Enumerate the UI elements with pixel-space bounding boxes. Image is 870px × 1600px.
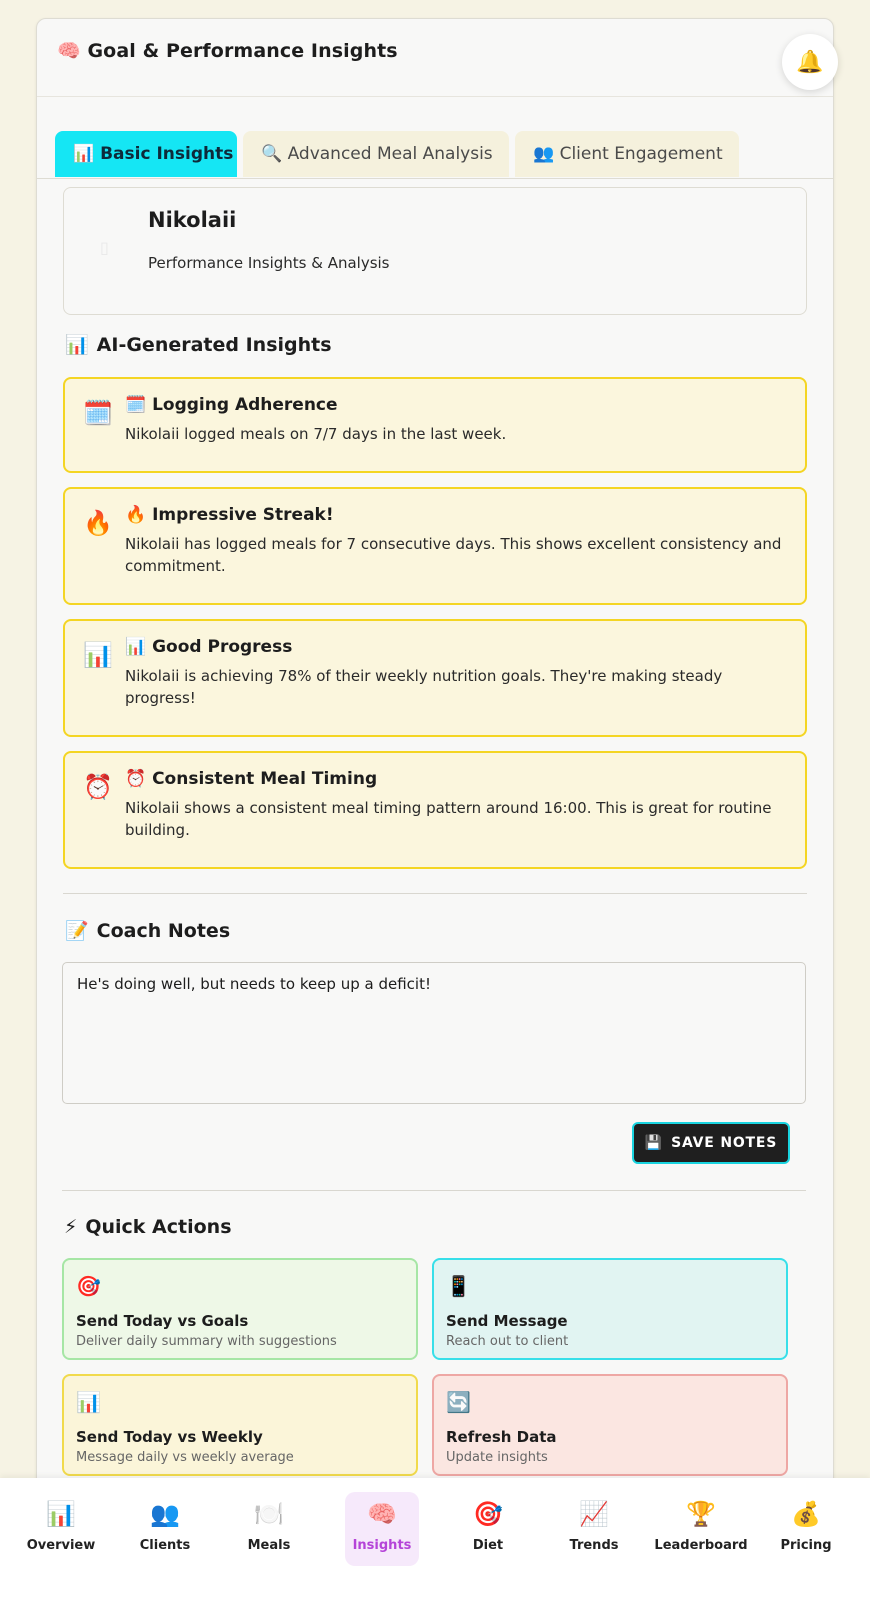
- card-header: 🧠 Goal & Performance Insights: [37, 19, 833, 97]
- refresh-icon: 🔄: [446, 1390, 471, 1414]
- tab-bar: 📊 Basic Insights 🔍 Advanced Meal Analysi…: [37, 97, 833, 179]
- insight-title: ⏰ Consistent Meal Timing: [125, 769, 378, 789]
- nav-trends[interactable]: 📈 Trends: [552, 1492, 636, 1566]
- nav-label: Overview: [26, 1538, 96, 1553]
- coach-notes-heading: 📝 Coach Notes: [65, 919, 231, 943]
- client-profile-card: ▯ Nikolaii Performance Insights & Analys…: [63, 187, 807, 315]
- bottom-navigation: 📊 Overview 👥 Clients 🍽️ Meals 🧠 Insights…: [0, 1478, 870, 1600]
- save-notes-label: SAVE NOTES: [671, 1135, 778, 1151]
- send-today-vs-goals-action[interactable]: 🎯 Send Today vs Goals Deliver daily summ…: [62, 1258, 418, 1360]
- fire-icon: 🔥: [83, 509, 113, 537]
- alarm-clock-icon: ⏰: [83, 773, 113, 801]
- nav-meals[interactable]: 🍽️ Meals: [227, 1492, 311, 1566]
- trophy-icon: 🏆: [686, 1500, 716, 1528]
- bell-icon: 🔔: [796, 49, 824, 75]
- chart-icon: 📊: [46, 1500, 76, 1528]
- coach-notes-textarea[interactable]: He's doing well, but needs to keep up a …: [62, 962, 806, 1104]
- coach-notes-title: Coach Notes: [96, 919, 231, 942]
- action-title: Send Today vs Weekly: [76, 1428, 263, 1446]
- divider: [63, 893, 807, 894]
- page-title: 🧠 Goal & Performance Insights: [57, 40, 398, 62]
- notifications-button[interactable]: 🔔: [782, 34, 838, 90]
- money-bag-icon: 💰: [791, 1500, 821, 1528]
- insight-card-progress: 📊 📊 Good Progress Nikolaii is achieving …: [63, 619, 807, 737]
- nav-label: Insights: [352, 1538, 412, 1553]
- insight-text: Nikolaii has logged meals for 7 consecut…: [125, 535, 782, 575]
- action-subtitle: Deliver daily summary with suggestions: [76, 1334, 337, 1349]
- avatar: ▯: [100, 238, 109, 257]
- insight-card-logging: 🗓️ 🗓️ Logging Adherence Nikolaii logged …: [63, 377, 807, 473]
- insight-title: 🗓️ Logging Adherence: [125, 395, 338, 415]
- action-title: Refresh Data: [446, 1428, 557, 1446]
- nav-clients[interactable]: 👥 Clients: [123, 1492, 207, 1566]
- quick-actions-heading: ⚡ Quick Actions: [64, 1216, 232, 1238]
- insight-text: Nikolaii is achieving 78% of their weekl…: [125, 667, 723, 707]
- target-icon: 🎯: [473, 1500, 503, 1528]
- target-icon: 🎯: [76, 1274, 101, 1298]
- nav-insights[interactable]: 🧠 Insights: [345, 1492, 419, 1566]
- tab-client-engagement[interactable]: 👥 Client Engagement: [515, 131, 739, 177]
- nav-label: Pricing: [780, 1538, 832, 1553]
- nav-label: Clients: [139, 1538, 191, 1553]
- chart-icon: 📊: [76, 1390, 101, 1414]
- client-subtitle: Performance Insights & Analysis: [148, 254, 390, 272]
- brain-icon: 🧠: [367, 1500, 397, 1528]
- floppy-disk-icon: 💾: [644, 1135, 664, 1151]
- refresh-data-action[interactable]: 🔄 Refresh Data Update insights: [432, 1374, 788, 1476]
- divider: [62, 1190, 806, 1191]
- action-title: Send Message: [446, 1312, 568, 1330]
- tab-basic-insights[interactable]: 📊 Basic Insights: [55, 131, 237, 177]
- insight-card-meal-timing: ⏰ ⏰ Consistent Meal Timing Nikolaii show…: [63, 751, 807, 869]
- nav-overview[interactable]: 📊 Overview: [19, 1492, 103, 1566]
- calendar-icon: 🗓️: [83, 399, 113, 427]
- send-message-action[interactable]: 📱 Send Message Reach out to client: [432, 1258, 788, 1360]
- ai-insights-title: AI-Generated Insights: [96, 333, 332, 356]
- ai-insights-heading: 📊 AI-Generated Insights: [65, 333, 332, 357]
- nav-label: Trends: [569, 1538, 619, 1553]
- lightning-icon: ⚡: [64, 1216, 78, 1238]
- mobile-phone-icon: 📱: [446, 1274, 471, 1298]
- chart-icon: 📊: [83, 641, 113, 669]
- insight-text: Nikolaii logged meals on 7/7 days in the…: [125, 425, 507, 443]
- nav-leaderboard[interactable]: 🏆 Leaderboard: [651, 1492, 751, 1566]
- insight-title: 🔥 Impressive Streak!: [125, 505, 334, 525]
- insight-text: Nikolaii shows a consistent meal timing …: [125, 799, 772, 839]
- nav-label: Diet: [472, 1538, 504, 1553]
- client-name: Nikolaii: [148, 208, 237, 232]
- action-subtitle: Message daily vs weekly average: [76, 1450, 294, 1465]
- insight-title: 📊 Good Progress: [125, 637, 293, 657]
- tab-advanced-meal-analysis[interactable]: 🔍 Advanced Meal Analysis: [243, 131, 509, 177]
- action-subtitle: Update insights: [446, 1450, 548, 1465]
- insights-card: 🧠 Goal & Performance Insights 📊 Basic In…: [36, 18, 834, 1600]
- nav-diet[interactable]: 🎯 Diet: [446, 1492, 530, 1566]
- chart-icon: 📊: [65, 334, 89, 356]
- send-today-vs-weekly-action[interactable]: 📊 Send Today vs Weekly Message daily vs …: [62, 1374, 418, 1476]
- plate-icon: 🍽️: [254, 1500, 284, 1528]
- insight-card-streak: 🔥 🔥 Impressive Streak! Nikolaii has logg…: [63, 487, 807, 605]
- quick-actions-title: Quick Actions: [85, 1216, 232, 1238]
- nav-pricing[interactable]: 💰 Pricing: [764, 1492, 848, 1566]
- trend-up-icon: 📈: [579, 1500, 609, 1528]
- action-subtitle: Reach out to client: [446, 1334, 569, 1349]
- nav-label: Leaderboard: [654, 1538, 748, 1553]
- save-notes-button[interactable]: 💾 SAVE NOTES: [632, 1122, 790, 1164]
- people-icon: 👥: [150, 1500, 180, 1528]
- nav-label: Meals: [247, 1538, 291, 1553]
- action-title: Send Today vs Goals: [76, 1312, 249, 1330]
- memo-icon: 📝: [65, 920, 89, 942]
